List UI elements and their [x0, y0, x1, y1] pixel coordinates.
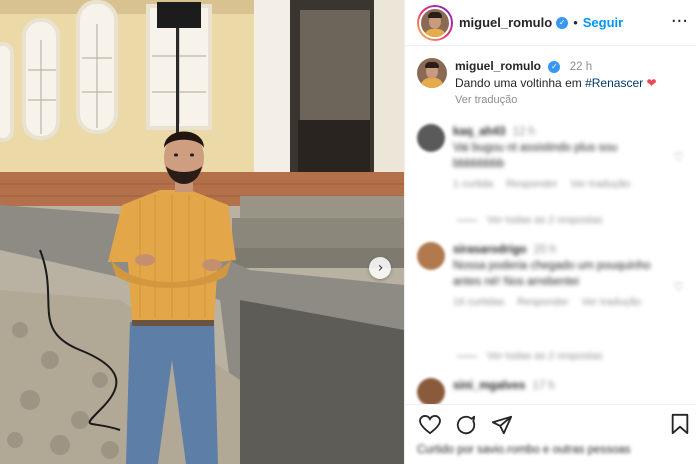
follow-button[interactable]: Seguir	[583, 15, 623, 30]
bookmark-icon[interactable]	[670, 413, 690, 440]
liked-by-text[interactable]: Curtido por savio.rombo e outras pessoas	[417, 444, 631, 456]
reply-button[interactable]: Responder	[517, 296, 568, 308]
reply-button[interactable]: Responder	[506, 178, 557, 190]
caption-time[interactable]: 22 h	[570, 61, 592, 73]
comment-item: sini_mgalves 17 h	[417, 378, 555, 406]
comment-text: Nossa poderia chegado um pouquinho antes…	[453, 260, 651, 288]
action-bar	[405, 404, 696, 444]
caption-username[interactable]: miguel_romulo	[455, 59, 541, 73]
instagram-post: › miguel_romulo ✓ • Seguir ··· miguel_ro…	[0, 0, 696, 464]
view-replies-link[interactable]: Ver todas as 2 respostas	[457, 214, 603, 226]
see-translation-link[interactable]: Ver tradução	[582, 296, 642, 308]
separator-dot: •	[573, 15, 578, 30]
comment-icon[interactable]	[453, 412, 479, 438]
see-translation-link[interactable]: Ver tradução	[455, 92, 657, 108]
comment-likes[interactable]: 1 curtida	[453, 178, 493, 190]
caption-text-body: Dando uma voltinha em	[455, 76, 586, 90]
comment-time: 17 h	[532, 380, 555, 392]
heart-icon[interactable]	[417, 412, 443, 438]
see-translation-link[interactable]: Ver tradução	[571, 178, 631, 190]
header-username[interactable]: miguel_romulo	[459, 15, 552, 30]
comment-like-icon[interactable]: ♡	[673, 150, 684, 164]
heart-emoji-icon: ❤	[646, 76, 657, 90]
caption-text: Dando uma voltinha em #Renascer ❤	[455, 75, 657, 91]
avatar[interactable]	[417, 378, 445, 406]
share-icon[interactable]	[489, 412, 515, 438]
comment-username[interactable]: kaq_ah43	[453, 126, 505, 138]
avatar	[419, 6, 451, 39]
post-header: miguel_romulo ✓ • Seguir ···	[405, 0, 696, 46]
avatar[interactable]	[417, 242, 445, 270]
verified-icon: ✓	[548, 60, 561, 73]
comment-username[interactable]: sini_mgalves	[453, 380, 525, 392]
view-replies-link[interactable]: Ver todas as 2 respostas	[457, 350, 603, 362]
photo-illustration	[0, 0, 404, 464]
comment-time: 12 h	[512, 126, 536, 138]
comment-time: 20 h	[533, 244, 557, 256]
more-horizontal-icon[interactable]: ···	[671, 11, 688, 32]
comment-item: sirasarodrigo 20 h Nossa poderia chegado…	[417, 242, 653, 310]
verified-icon: ✓	[556, 16, 569, 29]
story-ring[interactable]	[417, 4, 453, 41]
comment-text: Vai bugou nt assistindo plus sou bbbbbbb…	[453, 142, 618, 170]
comment-username[interactable]: sirasarodrigo	[453, 244, 527, 256]
caption-avatar[interactable]	[417, 58, 447, 88]
next-image-button[interactable]: ›	[369, 257, 391, 279]
comment-likes[interactable]: 16 curtidas	[453, 296, 504, 308]
avatar[interactable]	[417, 124, 445, 152]
chevron-right-icon: ›	[377, 260, 384, 276]
post-photo[interactable]: ›	[0, 0, 404, 464]
hashtag-link[interactable]: #Renascer	[585, 76, 643, 90]
comment-like-icon[interactable]: ♡	[673, 280, 684, 294]
post-side-panel: miguel_romulo ✓ • Seguir ··· miguel_romu…	[404, 0, 696, 464]
post-caption: miguel_romulo ✓ 22 h Dando uma voltinha …	[405, 46, 696, 108]
comment-item: kaq_ah43 12 h Vai bugou nt assistindo pl…	[417, 124, 653, 192]
